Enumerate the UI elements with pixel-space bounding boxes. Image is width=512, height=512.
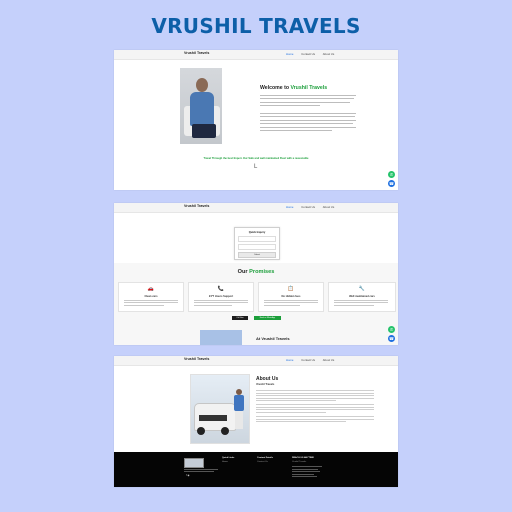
about-image: [200, 330, 242, 345]
promise-card-clean-cars: 🚗 Clean cars: [118, 282, 184, 312]
tagline: Travel Through the best Experi. Our Safe…: [203, 157, 309, 160]
social-icons[interactable]: f ◉: [186, 474, 189, 477]
wrench-icon: 🔧: [358, 286, 366, 292]
owner-with-car-photo: [190, 374, 250, 444]
inquiry-title: Quick Inquiry: [248, 231, 266, 234]
nav-links: Home Contact Us About Us: [286, 205, 341, 209]
footer-col-contact: Contact Details Contact Us: [257, 457, 273, 463]
about-heading: At Vrushil Travels: [256, 336, 290, 341]
clipboard-icon: 📋: [287, 286, 295, 292]
promises-heading: Our Promises: [114, 269, 398, 275]
navbar: Vrushil Travels Home Contact Us About Us: [114, 50, 398, 60]
inquiry-submit-button[interactable]: Submit: [238, 252, 276, 258]
screenshot-home-hero: Vrushil Travels Home Contact Us About Us…: [114, 50, 398, 190]
navbar: Vrushil Travels Home Contact Us About Us: [114, 356, 398, 366]
promise-card-maintained: 🔧 Well maintained cars: [328, 282, 396, 312]
nav-logo[interactable]: Vrushil Travels: [184, 204, 209, 208]
nav-link-about[interactable]: About Us: [323, 358, 335, 362]
welcome-paragraph-1: [260, 95, 356, 109]
nav-link-contact[interactable]: Contact Us: [301, 205, 315, 209]
brand-title: VRUSHIL TRAVELS: [151, 14, 361, 38]
promise-card-title: No Hidden fees: [281, 295, 301, 298]
promise-card-support: 📞 24*7 Hours Support: [188, 282, 254, 312]
nav-logo[interactable]: Vrushil Travels: [184, 357, 209, 361]
nav-link-contact[interactable]: Contact Us: [301, 358, 315, 362]
promise-card-title: 24*7 Hours Support: [208, 295, 234, 298]
navbar: Vrushil Travels Home Contact Us About Us: [114, 203, 398, 213]
nav-link-about[interactable]: About Us: [323, 52, 335, 56]
welcome-heading: Welcome to Vrushil Travels: [260, 85, 327, 91]
owner-photo: [180, 68, 222, 144]
phone-icon: 📞: [217, 286, 225, 292]
whatsapp-icon[interactable]: ✆: [388, 171, 395, 178]
welcome-highlight: Vrushil Travels: [290, 85, 328, 91]
promise-card-title: Clean cars: [144, 295, 158, 298]
about-paragraph-2: [256, 404, 374, 414]
promise-card-no-hidden-fees: 📋 No Hidden fees: [258, 282, 324, 312]
inquiry-field-2[interactable]: [238, 244, 276, 250]
inquiry-field-1[interactable]: [238, 236, 276, 242]
footer-link[interactable]: Contact Us: [257, 461, 273, 463]
welcome-prefix: Welcome to: [260, 85, 291, 91]
nav-link-home[interactable]: Home: [286, 358, 293, 362]
screenshot-about: Vrushil Travels Home Contact Us About Us…: [114, 356, 398, 487]
footer-col-title: REACH US ANYTIME: [292, 457, 314, 459]
phone-icon[interactable]: ☎: [388, 335, 395, 342]
promises-highlight: Promises: [249, 269, 275, 275]
footer-text: Vrushil Travels: [292, 460, 307, 463]
nav-link-about[interactable]: About Us: [323, 205, 335, 209]
whatsapp-book-button[interactable]: Book on WhatsApp: [254, 316, 281, 320]
footer-col-title: Contact Details: [257, 457, 273, 459]
promise-card-title: Well maintained cars: [349, 295, 375, 298]
whatsapp-icon[interactable]: ✆: [388, 326, 395, 333]
footer-col-reach: REACH US ANYTIME Vrushil Travels: [292, 457, 314, 463]
about-paragraph-1: [256, 390, 374, 403]
phone-icon[interactable]: ☎: [388, 180, 395, 187]
screenshot-promises: Vrushil Travels Home Contact Us About Us…: [114, 203, 398, 345]
nav-logo[interactable]: Vrushil Travels: [184, 51, 209, 55]
footer-col-quick-links: Quick Links Home: [222, 457, 234, 463]
welcome-paragraph-2: [260, 113, 356, 133]
footer-link[interactable]: Home: [222, 461, 234, 463]
about-subtitle: Vrushil Travels: [256, 383, 275, 386]
nav-links: Home Contact Us About Us: [286, 52, 341, 56]
call-now-button[interactable]: Call Now: [232, 316, 248, 320]
inquiry-form: Quick Inquiry Submit: [234, 227, 280, 260]
footer: f ◉ Quick Links Home Contact Details Con…: [114, 452, 398, 487]
nav-link-home[interactable]: Home: [286, 52, 293, 56]
promises-prefix: Our: [237, 269, 250, 275]
footer-col-title: Quick Links: [222, 457, 235, 459]
about-paragraph-3: [256, 416, 374, 424]
car-icon: 🚗: [147, 286, 155, 292]
nav-link-home[interactable]: Home: [286, 205, 293, 209]
about-title: About Us: [256, 376, 279, 382]
nav-link-contact[interactable]: Contact Us: [301, 52, 315, 56]
footer-logo: [184, 458, 204, 468]
nav-links: Home Contact Us About Us: [286, 358, 341, 362]
scroll-indicator-icon: L: [254, 164, 258, 170]
